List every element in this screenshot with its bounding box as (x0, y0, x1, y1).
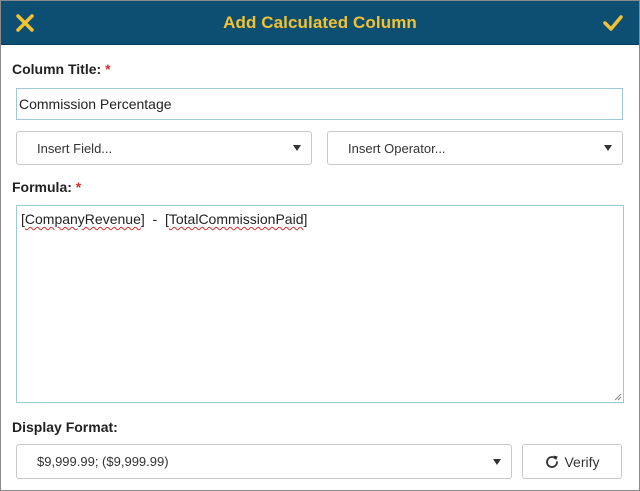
close-bracket: ] (303, 211, 308, 227)
close-bracket: ] (140, 211, 145, 227)
checkmark-icon (603, 15, 623, 31)
required-marker: * (105, 61, 111, 77)
verify-button[interactable]: Verify (522, 444, 622, 479)
dialog-title: Add Calculated Column (223, 13, 417, 32)
display-format-select[interactable]: $9,999.99; ($9,999.99) (16, 444, 512, 479)
chevron-down-icon (293, 145, 301, 151)
display-format-value: $9,999.99; ($9,999.99) (37, 454, 169, 469)
resize-grip-icon[interactable] (613, 392, 622, 401)
formula-operator: - (152, 211, 158, 227)
formula-textarea[interactable]: [CompanyRevenue] - [TotalCommissionPaid] (16, 205, 624, 403)
display-format-label-text: Display Format: (12, 419, 118, 435)
column-title-input[interactable]: Commission Percentage (16, 88, 623, 120)
verify-label: Verify (564, 453, 600, 470)
insert-field-placeholder: Insert Field... (37, 140, 113, 156)
insert-field-select[interactable]: Insert Field... (16, 131, 312, 165)
add-calculated-column-dialog: Add Calculated Column Column Title: * Co… (0, 0, 640, 491)
confirm-button[interactable] (601, 12, 625, 34)
dialog-header: Add Calculated Column (1, 1, 639, 45)
display-format-label: Display Format: (12, 419, 118, 435)
formula-token-total-commission-paid: TotalCommissionPaid (168, 211, 304, 227)
formula-label-text: Formula: (12, 179, 72, 195)
column-title-value: Commission Percentage (19, 96, 172, 112)
formula-label: Formula: * (12, 179, 81, 195)
insert-operator-select[interactable]: Insert Operator... (327, 131, 623, 165)
required-marker: * (75, 179, 82, 195)
chevron-down-icon (493, 458, 501, 465)
formula-token-company-revenue: CompanyRevenue (24, 211, 141, 227)
column-title-label-text: Column Title: (12, 61, 102, 77)
chevron-down-icon (604, 145, 612, 151)
refresh-icon (546, 455, 559, 468)
column-title-label: Column Title: * (12, 61, 111, 77)
insert-operator-placeholder: Insert Operator... (348, 140, 446, 156)
formula-expression: [CompanyRevenue] - [TotalCommissionPaid] (21, 211, 307, 227)
